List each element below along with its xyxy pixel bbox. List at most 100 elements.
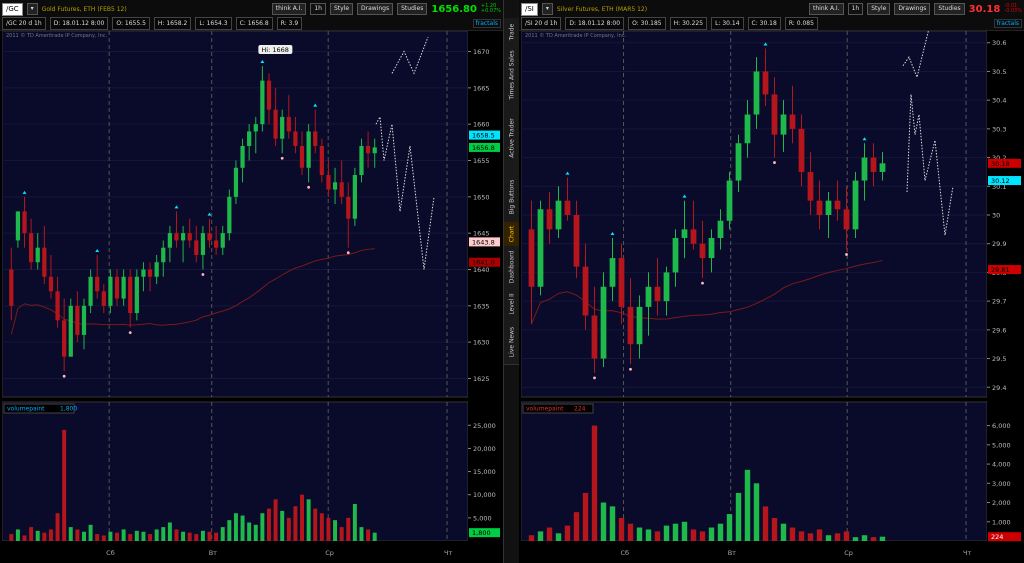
candle	[852, 171, 859, 238]
volume-bar	[319, 513, 324, 541]
volume-bar	[280, 510, 285, 541]
candle-body	[101, 291, 106, 306]
candle-body	[365, 145, 371, 154]
volume-bar	[22, 535, 27, 541]
time-axis-label: Чт	[963, 549, 971, 557]
think-ai-button[interactable]: think A.I.	[271, 3, 307, 15]
volume-bar	[42, 532, 47, 541]
candle-body	[293, 131, 298, 146]
candle-body	[214, 240, 219, 248]
price-tick-label: 1670	[473, 48, 490, 56]
candle-body	[861, 157, 868, 181]
studies-button[interactable]: Studies	[934, 3, 965, 15]
volume-bar	[735, 492, 742, 541]
candle-body	[843, 209, 850, 230]
candle-body	[319, 145, 324, 176]
price-tag-label: 30.12	[991, 177, 1010, 185]
bar-open: O: 30.185	[628, 16, 666, 30]
volume-bar	[717, 523, 724, 541]
side-tab-level-ii[interactable]: Level II	[504, 288, 520, 321]
bar-low: L: 1654.3	[195, 16, 232, 30]
symbol-description: Gold Futures, ETH (FEB5 12)	[41, 5, 127, 13]
candle-body	[618, 258, 625, 307]
candle-body	[573, 215, 580, 267]
candle-body	[161, 247, 166, 263]
time-axis-label: Сб	[621, 549, 630, 557]
fractal-down-marker	[280, 156, 284, 160]
candle-body	[645, 286, 652, 307]
volume-bar	[181, 531, 186, 541]
candle-body	[227, 196, 232, 234]
timeframe-button[interactable]: 1h	[310, 3, 326, 15]
side-tab-label: Times And Sales	[508, 50, 516, 100]
price-tag-label: 1641.0	[472, 259, 495, 267]
symbol-description: Silver Futures, ETH (MAR5 12)	[556, 5, 648, 13]
studies-button[interactable]: Studies	[397, 3, 428, 15]
side-tab-live-news[interactable]: Live News	[504, 320, 520, 365]
symbol-input[interactable]: /GC	[2, 2, 23, 16]
volume-bar	[35, 530, 40, 541]
silver-chart-panel: /SI ▾ Silver Futures, ETH (MAR5 12) thin…	[519, 0, 1024, 563]
volume-bar	[537, 531, 544, 541]
price-tick-label: 1640	[473, 266, 490, 274]
side-tab-dashboard[interactable]: Dashboard	[504, 246, 520, 289]
percent-change: -0.03%	[1004, 8, 1022, 14]
symbol-lookup-button[interactable]: ▾	[541, 3, 553, 15]
drawings-button[interactable]: Drawings	[894, 3, 931, 15]
fractal-down-marker	[62, 374, 66, 378]
candle-body	[35, 247, 40, 263]
side-tab-chart[interactable]: Chart	[504, 222, 520, 247]
symbol-input[interactable]: /SI	[521, 2, 538, 16]
side-tab-active-trader[interactable]: Active Trader	[504, 104, 520, 173]
think-ai-button[interactable]: think A.I.	[809, 3, 844, 15]
side-tab-label: Live News	[508, 326, 516, 358]
candle-body	[762, 71, 769, 95]
volume-bar	[359, 527, 364, 541]
volume-bar	[852, 537, 859, 541]
chart-period: /SI 20 d 1h	[521, 16, 562, 30]
timeframe-button[interactable]: 1h	[847, 3, 864, 15]
volume-bar	[546, 527, 553, 541]
volume-bar	[75, 529, 80, 541]
side-tab-trade[interactable]: Trade	[504, 18, 520, 47]
side-tab-label: Trade	[508, 23, 516, 41]
volume-bar	[273, 499, 278, 541]
style-button[interactable]: Style	[867, 3, 891, 15]
candle-body	[167, 233, 172, 248]
price-tag-label: 1656.8	[472, 144, 495, 152]
fractals-study-label[interactable]: fractals	[993, 18, 1022, 28]
fractal-down-marker	[629, 367, 632, 371]
candle-body	[852, 180, 859, 230]
volume-tag-label: 224	[991, 533, 1003, 541]
silver-price-chart[interactable]: 29.429.529.629.729.829.93030.130.230.330…	[521, 31, 1022, 561]
volume-bar	[555, 533, 562, 541]
side-tab-big-buttons[interactable]: Big Buttons	[504, 172, 520, 223]
candle-body	[546, 209, 553, 230]
symbol-lookup-button[interactable]: ▾	[26, 3, 38, 15]
candle-body	[180, 233, 186, 241]
volume-bar	[372, 532, 377, 541]
fractals-study-label[interactable]: fractals	[472, 18, 501, 28]
volume-tick-label: 5,000	[473, 514, 492, 522]
volume-bar	[618, 517, 625, 541]
candle-body	[306, 131, 311, 168]
side-tab-times-and-sales[interactable]: Times And Sales	[504, 46, 520, 105]
candle-body	[591, 315, 598, 359]
fractal-down-marker	[128, 331, 132, 335]
fractal-down-marker	[346, 251, 350, 255]
volume-bar	[167, 522, 172, 541]
volume-bar	[9, 534, 14, 541]
gold-price-chart[interactable]: 1625 1630 1635 1640 1645 1650 1655 1660 1665 1670…	[2, 31, 501, 561]
candle-body	[233, 167, 239, 197]
candle-body	[780, 114, 787, 135]
drawings-button[interactable]: Drawings	[357, 3, 394, 15]
volume-bar	[267, 508, 271, 541]
fractal-down-marker	[593, 376, 596, 380]
time-axis-label: Сб	[106, 549, 115, 557]
candle-body	[299, 145, 305, 168]
volume-bar	[807, 533, 814, 541]
price-tick-label: 30	[992, 212, 1000, 220]
volume-bar	[82, 531, 86, 541]
volume-bar	[121, 529, 126, 541]
style-button[interactable]: Style	[329, 3, 354, 15]
